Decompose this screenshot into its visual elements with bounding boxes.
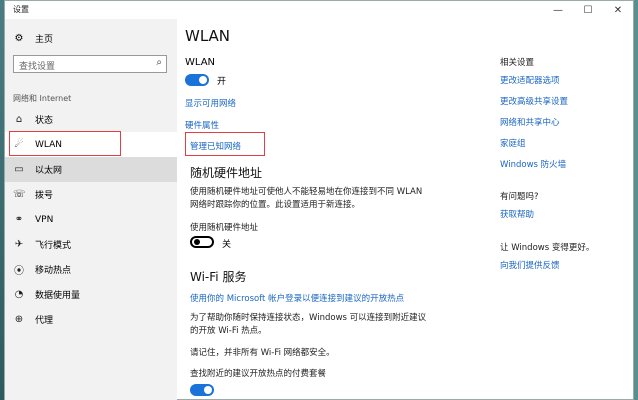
sidebar-item-dialup[interactable]: ☏ 拨号 <box>5 182 177 207</box>
wlan-toggle-label: WLAN <box>185 57 216 68</box>
paid-hotspot-label: 查找附近的建议开放热点的付费套餐 <box>190 369 327 379</box>
wifi-icon: ☄ <box>14 139 24 150</box>
question-title: 有问题吗? <box>500 192 539 202</box>
get-help-link[interactable]: 获取帮助 <box>500 208 534 220</box>
wifi-service-heading: Wi-Fi 服务 <box>190 270 247 284</box>
wlan-toggle-state: 开 <box>217 77 227 87</box>
sidebar-item-label: 代理 <box>35 316 54 326</box>
random-mac-description: 使用随机硬件地址可使他人不能轻易地在你连接到不同 WLAN 网络时跟踪你的位置。… <box>190 187 423 210</box>
random-mac-toggle[interactable] <box>190 236 214 248</box>
ethernet-icon: ▭ <box>14 164 24 175</box>
minimize-button[interactable]: — <box>543 1 573 19</box>
manage-known-networks-link[interactable]: 管理已知网络 <box>190 140 241 152</box>
homegroup-link[interactable]: 家庭组 <box>500 137 526 149</box>
nav-list: ⌂ 状态 ☄ WLAN ▭ 以太网 ☏ 拨号 ⚭ VPN ✈ 飞行模式 ⦿ 移动… <box>5 107 177 332</box>
home-label: 主页 <box>35 35 54 45</box>
hotspot-icon: ⦿ <box>14 266 24 277</box>
wifi-service-description: 为了帮助你随时保持连接状态，Windows 可以连接到附近建议的开放 Wi-Fi… <box>190 313 427 336</box>
hardware-properties-link[interactable]: 硬件属性 <box>185 119 219 131</box>
sidebar-item-label: 数据使用量 <box>35 291 81 301</box>
desktop-background-right <box>634 0 638 400</box>
sidebar-item-label: 拨号 <box>35 191 54 201</box>
status-icon: ⌂ <box>15 114 23 125</box>
close-button[interactable]: ✕ <box>603 1 633 19</box>
sidebar-item-ethernet[interactable]: ▭ 以太网 <box>5 157 177 182</box>
show-networks-link[interactable]: 显示可用网络 <box>185 97 236 109</box>
advanced-sharing-link[interactable]: 更改高级共享设置 <box>500 95 568 107</box>
random-mac-label: 使用随机硬件地址 <box>190 223 259 233</box>
settings-window: 设置 — ☐ ✕ ⚙ 主页 查找设置 ⌕ 网络和 Internet ⌂ 状态 ☄… <box>4 0 634 400</box>
window-title: 设置 <box>13 5 29 14</box>
sidebar-item-status[interactable]: ⌂ 状态 <box>5 107 177 132</box>
dialup-icon: ☏ <box>13 189 26 200</box>
wifi-service-link[interactable]: 使用你的 Microsoft 帐户登录以便连接到建议的开放热点 <box>190 292 404 304</box>
page-title: WLAN <box>185 27 231 45</box>
related-settings-title: 相关设置 <box>500 58 535 68</box>
sidebar-item-airplane[interactable]: ✈ 飞行模式 <box>5 232 177 257</box>
random-mac-heading: 随机硬件地址 <box>190 166 263 180</box>
paid-hotspot-toggle[interactable] <box>190 384 214 396</box>
sidebar: ⚙ 主页 查找设置 ⌕ 网络和 Internet ⌂ 状态 ☄ WLAN ▭ 以… <box>5 19 177 400</box>
section-label: 网络和 Internet <box>13 94 72 103</box>
proxy-icon: ⊕ <box>14 314 24 325</box>
search-input[interactable]: 查找设置 ⌕ <box>13 55 167 73</box>
sidebar-item-label: VPN <box>35 214 54 225</box>
airplane-icon: ✈ <box>14 239 24 250</box>
sidebar-item-label: 状态 <box>35 116 54 126</box>
sidebar-item-label: 移动热点 <box>35 266 72 276</box>
maximize-button[interactable]: ☐ <box>573 1 603 19</box>
random-mac-state: 关 <box>222 240 232 250</box>
sidebar-item-label: WLAN <box>35 139 63 150</box>
sidebar-item-label: 以太网 <box>35 166 63 176</box>
sidebar-item-vpn[interactable]: ⚭ VPN <box>5 207 177 232</box>
sidebar-item-label: 飞行模式 <box>35 241 72 251</box>
wlan-toggle[interactable] <box>185 74 209 86</box>
home-link[interactable]: ⚙ 主页 <box>13 32 54 45</box>
feedback-link[interactable]: 向我们提供反馈 <box>500 259 560 271</box>
data-usage-icon: ◔ <box>14 289 24 300</box>
vpn-icon: ⚭ <box>14 214 24 225</box>
windows-firewall-link[interactable]: Windows 防火墙 <box>500 158 566 170</box>
sidebar-item-wlan[interactable]: ☄ WLAN <box>5 132 177 157</box>
gear-icon: ⚙ <box>14 33 24 44</box>
feedback-title: 让 Windows 变得更好。 <box>500 243 595 253</box>
title-bar: 设置 — ☐ ✕ <box>5 1 633 19</box>
sidebar-item-proxy[interactable]: ⊕ 代理 <box>5 307 177 332</box>
adapter-options-link[interactable]: 更改适配器选项 <box>500 74 560 86</box>
search-placeholder: 查找设置 <box>19 62 56 72</box>
wifi-service-note: 请记住，并非所有 Wi-Fi 网络都安全。 <box>190 348 335 358</box>
search-icon[interactable]: ⌕ <box>156 57 162 68</box>
sidebar-item-hotspot[interactable]: ⦿ 移动热点 <box>5 257 177 282</box>
sidebar-item-data-usage[interactable]: ◔ 数据使用量 <box>5 282 177 307</box>
network-sharing-center-link[interactable]: 网络和共享中心 <box>500 116 560 128</box>
